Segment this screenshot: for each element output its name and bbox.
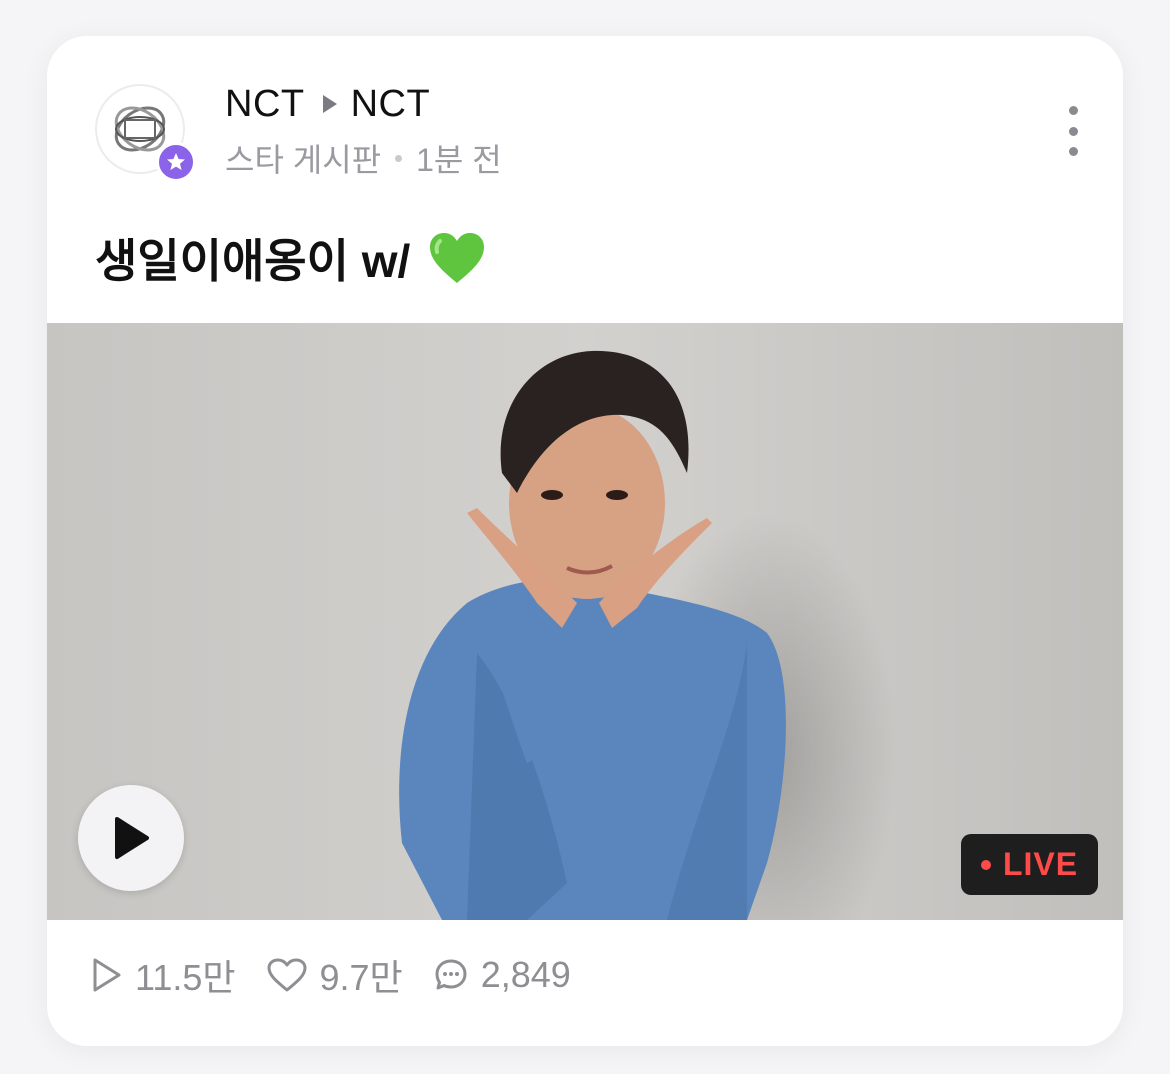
like-count[interactable]: 9.7만 [266,949,403,1001]
comment-count-value: 2,849 [480,954,571,995]
play-count: 11.5만 [91,949,236,1001]
caret-right-icon [322,95,337,113]
play-icon [115,817,149,859]
post-stats: 11.5만 9.7만 2,849 [91,950,601,1000]
comment-count[interactable]: 2,849 [433,954,571,996]
author-name[interactable]: NCT [225,83,305,126]
star-icon [156,142,196,182]
play-outline-icon [91,957,123,993]
post-card: NCT NCT 스타 게시판 1분 전 생일이애옹이 w/ LIVE 11.5만… [47,36,1123,1046]
separator-dot [395,154,403,162]
live-badge: LIVE [961,834,1098,895]
green-heart-emoji [428,231,486,285]
heart-outline-icon[interactable] [266,957,308,993]
video-thumbnail[interactable]: LIVE [47,323,1123,920]
live-label: LIVE [1002,846,1079,882]
post-title[interactable]: 생일이애옹이 w/ [95,228,486,288]
post-meta: 스타 게시판 1분 전 [225,138,502,178]
post-title-text: 생일이애옹이 w/ [95,235,411,287]
play-count-value: 11.5만 [135,957,236,998]
live-dot [980,859,991,870]
video-frame [47,323,1123,920]
board-name[interactable]: 스타 게시판 [225,135,381,181]
more-vertical-icon[interactable] [1053,106,1093,156]
play-button[interactable] [78,785,184,891]
target-community[interactable]: NCT [351,83,431,126]
author-line: NCT NCT [225,82,430,126]
chat-bubble-icon[interactable] [433,957,469,993]
post-time: 1분 전 [416,142,502,178]
like-count-value: 9.7만 [319,957,403,998]
